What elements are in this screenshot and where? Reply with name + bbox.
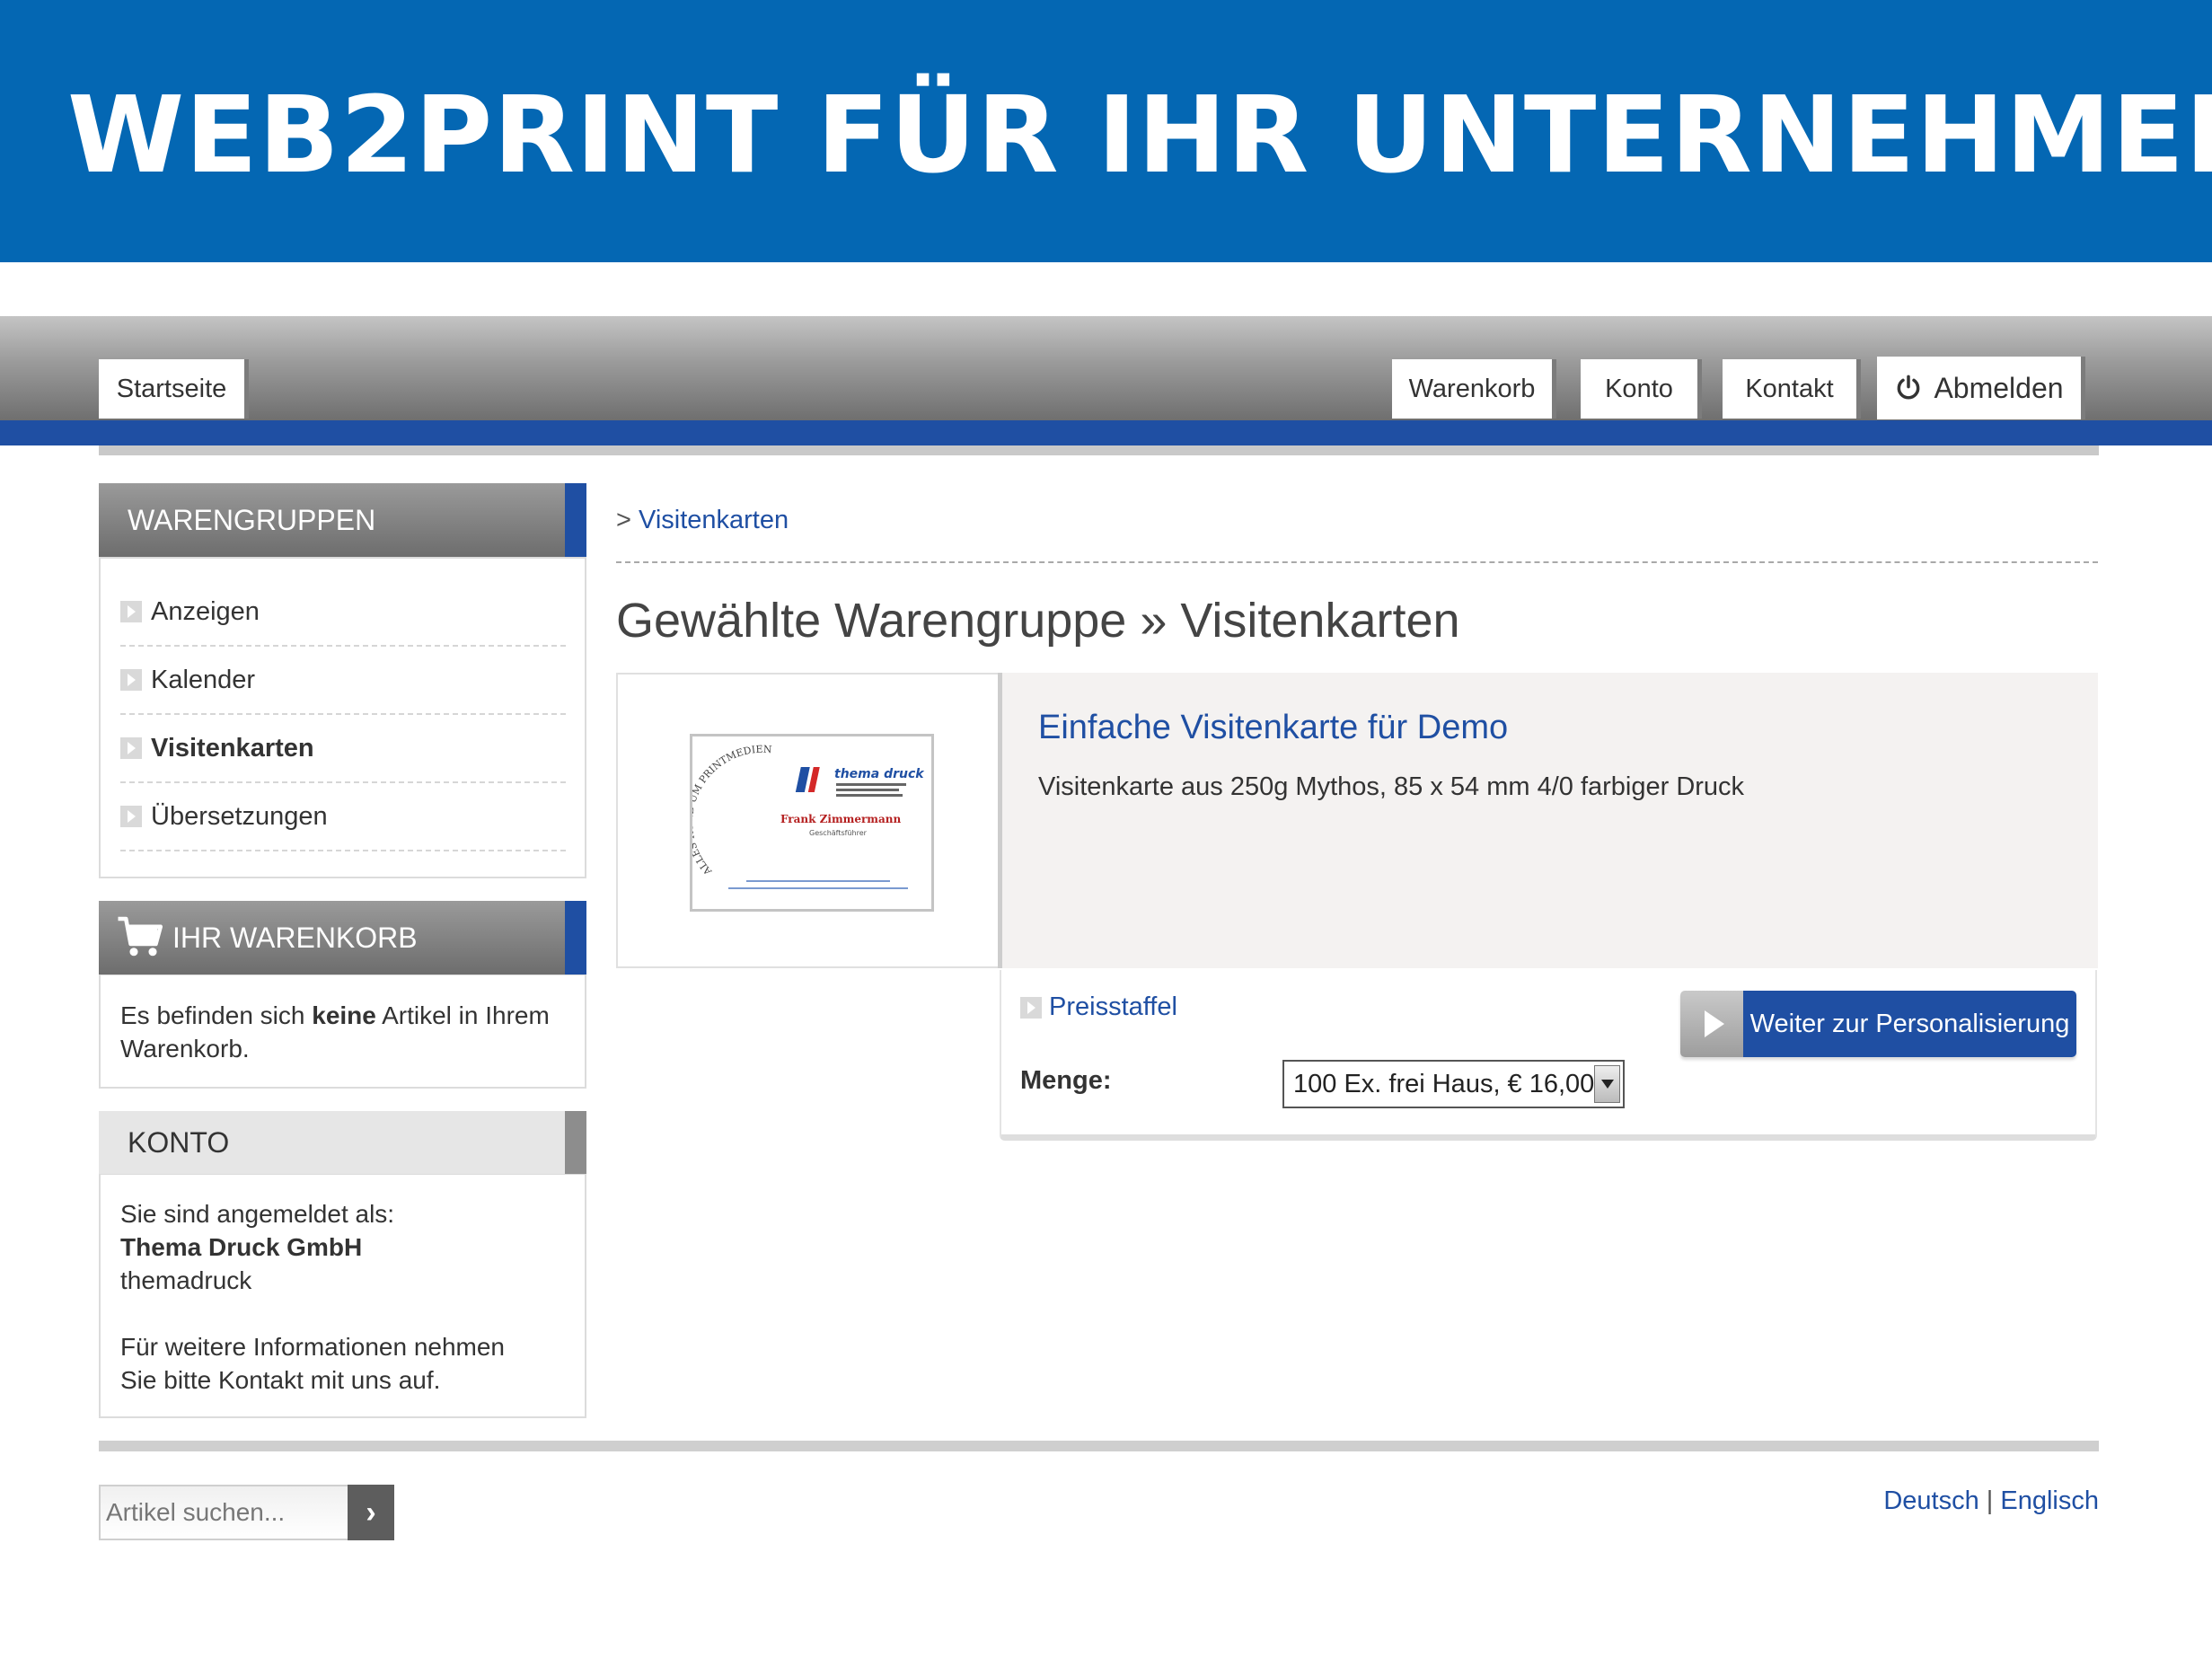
categories-title: WARENGRUPPEN [128,503,376,536]
nav-blue-strip [0,420,2212,445]
language-switcher: Deutsch | Englisch [1883,1486,2099,1516]
sidebar-item-anzeigen[interactable]: Anzeigen [120,578,566,647]
price-scale-label: Preisstaffel [1049,992,1177,1021]
tab-warenkorb-label: Warenkorb [1408,374,1536,403]
card-person-name: Frank Zimmermann [780,813,901,825]
logout-button[interactable]: Abmelden [1877,357,2085,419]
lang-separator: | [1986,1486,1994,1515]
card-person-role: Geschäftsführer [809,829,868,837]
sidebar-item-kalender[interactable]: Kalender [120,647,566,715]
quantity-select-value: 100 Ex. frei Haus, € 16,00 [1293,1069,1595,1098]
footer-divider [99,1441,2099,1451]
cart-status-text: Es befinden sich keine Artikel in Ihrem … [120,999,569,1065]
cart-header: IHR WARENKORB [99,901,586,975]
price-scale-link[interactable]: Preisstaffel [1020,992,1177,1022]
search-button[interactable]: › [348,1485,394,1540]
tab-konto[interactable]: Konto [1581,359,1702,419]
quantity-select[interactable]: 100 Ex. frei Haus, € 16,00 [1282,1060,1625,1108]
cart-text-part: Es befinden sich [120,1001,313,1029]
categories-header-accent [565,483,586,557]
sidebar-item-visitenkarten[interactable]: Visitenkarten [120,715,566,783]
bullet-arrow-icon [1020,996,1042,1019]
banner-title: WEB2PRINT FÜR IHR UNTERNEHMEN [67,73,2212,197]
lang-englisch-link[interactable]: Englisch [2000,1486,2099,1515]
dropdown-arrow-icon[interactable] [1594,1065,1620,1103]
sidebar-item-label: Anzeigen [151,596,260,626]
business-card-image: ALLES RUND UM PRINTMEDIEN thema druck Fr… [692,744,925,889]
nav-grey-strip [99,445,2099,455]
quantity-label: Menge: [1020,1066,1112,1095]
lang-deutsch-link[interactable]: Deutsch [1883,1486,1978,1515]
account-header: KONTO [99,1111,586,1174]
breadcrumb-prefix: > [616,506,631,534]
page-title: Gewählte Warengruppe » Visitenkarten [616,594,1460,648]
search-arrow-icon: › [366,1495,376,1530]
product-name-link[interactable]: Einfache Visitenkarte für Demo [1038,709,1508,747]
categories-header: WARENGRUPPEN [99,483,586,557]
account-username: themadruck [120,1266,252,1294]
svg-text:ALLES RUND UM PRINTMEDIEN: ALLES RUND UM PRINTMEDIEN [692,744,772,878]
bullet-arrow-icon [120,806,142,827]
play-icon [1680,991,1743,1057]
tab-warenkorb[interactable]: Warenkorb [1392,359,1556,419]
power-icon [1898,375,1920,400]
card-arc-text: ALLES RUND UM PRINTMEDIEN [692,744,772,878]
product-description: Visitenkarte aus 250g Mythos, 85 x 54 mm… [1038,772,1745,801]
cart-header-accent [565,901,586,975]
tab-kontakt[interactable]: Kontakt [1723,359,1861,419]
cart-text-bold: keine [312,1001,376,1029]
breadcrumb: > Visitenkarten [616,506,789,535]
breadcrumb-link-visitenkarten[interactable]: Visitenkarten [639,506,789,534]
tab-startseite[interactable]: Startseite [99,359,249,419]
account-company: Thema Druck GmbH [120,1233,363,1261]
tab-startseite-label: Startseite [116,374,227,403]
card-brand: thema druck [834,767,925,781]
cart-title: IHR WARENKORB [172,921,418,954]
tab-konto-label: Konto [1605,374,1673,403]
sidebar-item-label: Übersetzungen [151,801,328,831]
bullet-arrow-icon [120,601,142,622]
product-thumbnail[interactable]: ALLES RUND UM PRINTMEDIEN thema druck Fr… [690,734,934,912]
tab-kontakt-label: Kontakt [1745,374,1834,403]
bullet-arrow-icon [120,669,142,691]
breadcrumb-divider [616,561,2098,563]
account-header-accent [565,1111,586,1174]
header-banner: WEB2PRINT FÜR IHR UNTERNEHMEN [0,0,2212,262]
sidebar-item-label: Kalender [151,665,256,694]
account-info: Sie sind angemeldet als: Thema Druck Gmb… [120,1197,569,1397]
account-title: KONTO [128,1125,230,1159]
personalize-button-label: Weiter zur Personalisierung [1743,991,2076,1057]
bullet-arrow-icon [120,737,142,759]
logout-label: Abmelden [1934,371,2064,404]
sidebar-item-label: Visitenkarten [151,733,314,763]
search-input[interactable] [99,1485,348,1540]
personalize-button[interactable]: Weiter zur Personalisierung [1680,991,2076,1057]
account-logged-in-label: Sie sind angemeldet als: [120,1200,395,1228]
sidebar-item-uebersetzungen[interactable]: Übersetzungen [120,783,566,851]
cart-icon [118,916,163,957]
account-contact-note: Für weitere Informationen nehmen Sie bit… [120,1333,505,1394]
